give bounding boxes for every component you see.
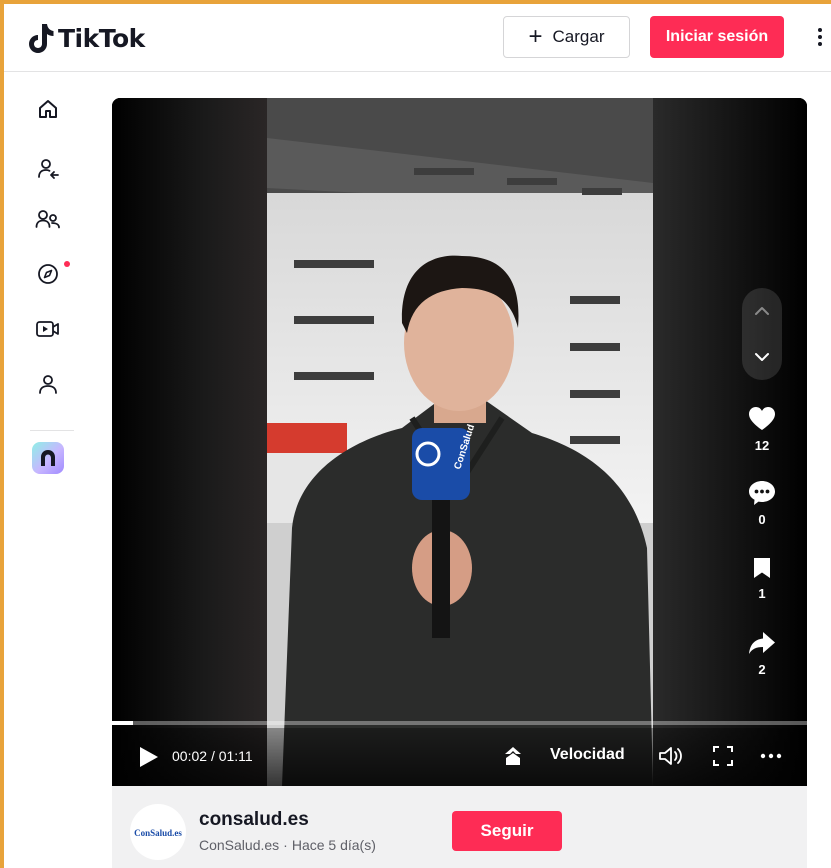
author-avatar[interactable]: ConSalud.es <box>130 804 186 860</box>
chevron-up-icon <box>755 307 769 315</box>
play-icon[interactable] <box>138 745 160 769</box>
logo-text: TikTok <box>58 23 145 53</box>
share-icon <box>749 632 775 654</box>
follow-button[interactable]: Seguir <box>452 811 562 851</box>
volume-icon[interactable] <box>657 744 685 768</box>
sidebar-item-following[interactable] <box>32 153 64 185</box>
video-nav-arrows <box>742 288 782 380</box>
login-button[interactable]: Iniciar sesión <box>650 16 784 58</box>
current-time: 00:02 <box>172 748 208 764</box>
friends-icon <box>35 210 60 229</box>
plus-icon: + <box>528 23 543 50</box>
video-progress-fill <box>112 721 133 725</box>
next-video-button[interactable] <box>742 334 782 380</box>
comment-count: 0 <box>758 512 766 527</box>
sidebar-item-live[interactable] <box>32 313 64 345</box>
consalud-logo: ConSalud.es <box>134 828 182 838</box>
share-count: 2 <box>758 662 766 677</box>
bookmark-count: 1 <box>758 586 766 601</box>
author-username[interactable]: consalud.es <box>199 809 309 831</box>
video-frame: ConSalud <box>112 98 807 786</box>
chevron-down-icon <box>755 353 769 361</box>
tiktok-logo-icon <box>29 24 54 53</box>
avatar-logo-text: ConSalud.es <box>134 828 182 838</box>
video-player[interactable]: ConSalud 12 0 1 2 00:02 / 01:11 Velocida… <box>112 98 807 786</box>
top-header: TikTok + Cargar Iniciar sesión <box>4 4 831 72</box>
author-meta: ConSalud.es · Hace 5 día(s) <box>199 837 376 853</box>
comment-icon <box>749 481 775 505</box>
speed-button[interactable]: Velocidad <box>550 746 625 764</box>
time-separator: / <box>210 748 219 764</box>
sidebar-divider <box>30 430 74 431</box>
sidebar-item-home[interactable] <box>32 93 64 125</box>
live-creator-avatar[interactable] <box>32 442 64 474</box>
video-progress-bar[interactable] <box>112 721 807 725</box>
more-options-icon[interactable] <box>810 18 830 56</box>
author-info-bar: ConSalud.es consalud.es ConSalud.es · Hace… <box>112 786 807 868</box>
video-more-options-icon[interactable] <box>756 744 786 768</box>
following-icon <box>38 159 59 179</box>
profile-icon <box>39 375 57 394</box>
upload-button[interactable]: + Cargar <box>503 16 630 58</box>
home-icon <box>39 100 57 118</box>
like-button[interactable]: 12 <box>742 406 782 453</box>
post-date: Hace 5 día(s) <box>291 837 376 853</box>
sidebar-item-profile[interactable] <box>32 368 64 400</box>
sidebar-item-friends[interactable] <box>32 203 64 235</box>
heart-icon <box>749 407 775 430</box>
duration: 01:11 <box>218 748 253 764</box>
comment-button[interactable]: 0 <box>742 480 782 527</box>
live-camera-icon <box>36 321 59 337</box>
share-button[interactable]: 2 <box>742 630 782 677</box>
bookmark-icon <box>754 558 770 578</box>
previous-video-button[interactable] <box>742 288 782 334</box>
playback-time: 00:02 / 01:11 <box>172 748 253 764</box>
floating-player-icon[interactable] <box>501 744 525 768</box>
sidebar-item-explore[interactable] <box>32 258 70 290</box>
video-controls: 00:02 / 01:11 Velocidad <box>112 728 807 786</box>
sidebar <box>4 72 92 868</box>
bookmark-button[interactable]: 1 <box>742 556 782 601</box>
tiktok-logo[interactable]: TikTok <box>28 22 145 54</box>
meta-separator: · <box>283 837 288 853</box>
notification-dot <box>64 261 70 267</box>
arch-icon <box>41 450 55 466</box>
upload-label: Cargar <box>552 27 605 46</box>
compass-icon <box>38 264 58 284</box>
fullscreen-icon[interactable] <box>711 744 735 768</box>
like-count: 12 <box>754 438 770 453</box>
author-display-name: ConSalud.es <box>199 837 280 853</box>
